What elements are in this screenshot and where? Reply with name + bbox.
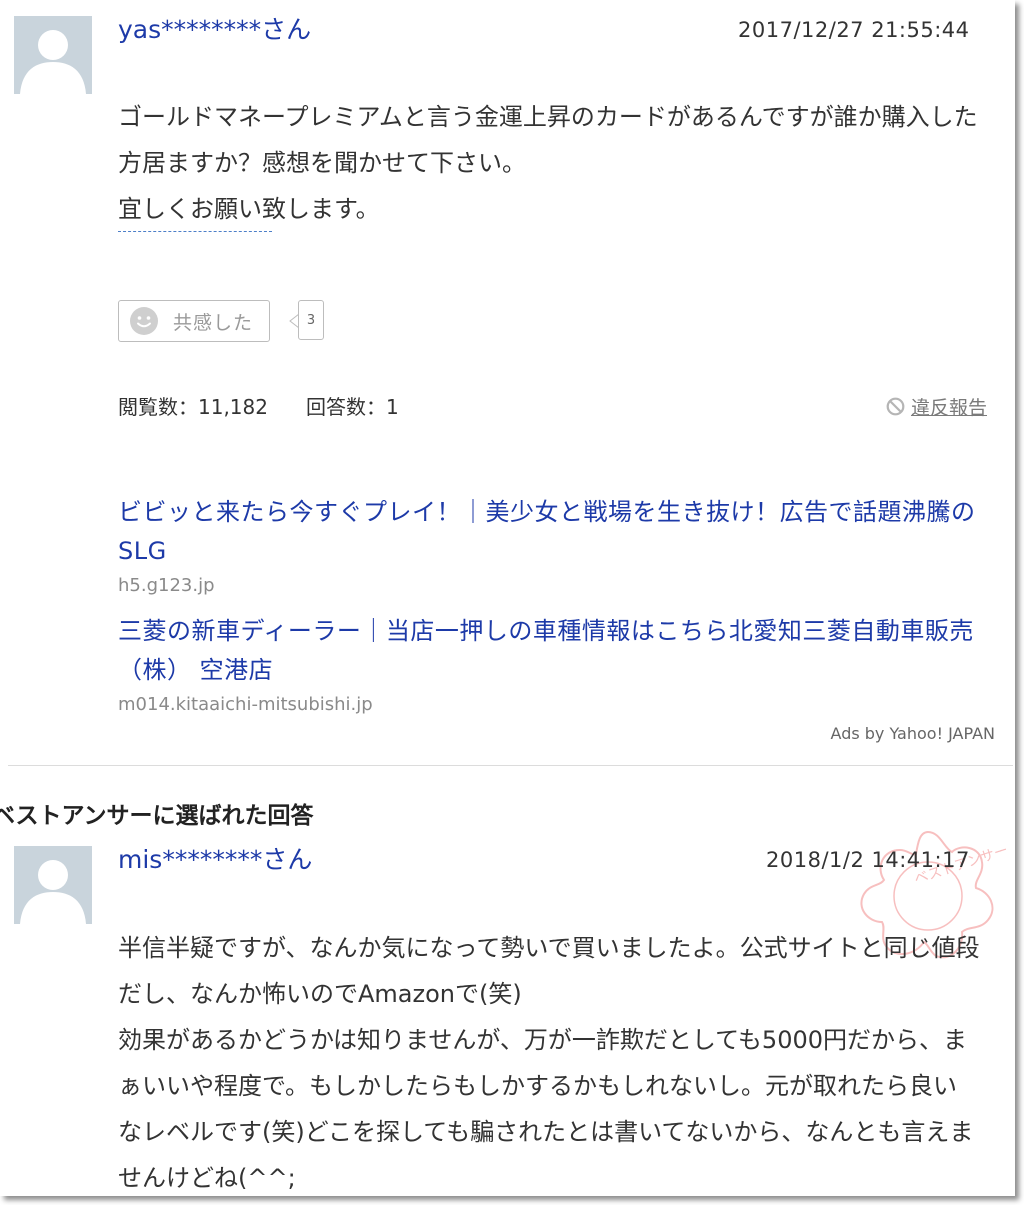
qa-page: yas********さん 2017/12/27 21:55:44 ゴールドマネ… [0, 0, 1015, 1196]
report-link[interactable]: 違反報告 [886, 393, 987, 420]
question-timestamp: 2017/12/27 21:55:44 [738, 18, 970, 42]
dashed-underline [118, 231, 272, 232]
answer-count: 回答数：1 [305, 395, 399, 419]
question-paragraph: 宜しくお願い致します。 [118, 195, 380, 223]
answer-body: 半信半疑ですが、なんか気になって勢いで買いましたよ。公式サイトと同じ値段だし、な… [118, 925, 980, 1196]
empathy-count: 3 [298, 300, 324, 340]
question-avatar[interactable] [14, 16, 92, 94]
empathy-label: 共感した [173, 311, 254, 334]
answer-timestamp: 2018/1/2 14:41:17 [766, 848, 970, 872]
ad-url: m014.kitaaichi-mitsubishi.jp [118, 694, 373, 715]
question-stats: 閲覧数：11,182 回答数：1 [118, 393, 399, 421]
answer-avatar[interactable] [14, 846, 92, 924]
smiley-icon [130, 307, 158, 335]
empathy-button[interactable]: 共感した [118, 300, 270, 342]
question-body: ゴールドマネープレミアムと言う金運上昇のカードがあるんですが誰か購入した方居ます… [118, 94, 980, 232]
ad-url: h5.g123.jp [118, 575, 215, 596]
report-label: 違反報告 [910, 397, 987, 419]
section-divider [8, 765, 1013, 766]
ad-item: ビビッと来たら今すぐプレイ！｜美少女と戦場を生き抜け！広告で話題沸騰のSLG h… [118, 493, 988, 599]
prohibited-icon [886, 397, 905, 416]
user-silhouette-icon [20, 860, 86, 924]
user-silhouette-icon [20, 30, 86, 94]
question-username[interactable]: yas********さん [118, 15, 311, 45]
answer-paragraph: 効果があるかどうかは知りませんが、万が一詐欺だとしても5000円だから、まぁいい… [118, 1026, 974, 1192]
answer-paragraph: 半信半疑ですが、なんか気になって勢いで買いましたよ。公式サイトと同じ値段だし、な… [118, 934, 980, 1008]
answer-username[interactable]: mis********さん [118, 845, 312, 875]
ad-item: 三菱の新車ディーラー｜当店一押しの車種情報はこちら北愛知三菱自動車販売（株） 空… [118, 612, 988, 718]
view-count: 閲覧数：11,182 [118, 395, 268, 419]
ad-title-link[interactable]: ビビッと来たら今すぐプレイ！｜美少女と戦場を生き抜け！広告で話題沸騰のSLG [118, 493, 988, 571]
ads-attribution[interactable]: Ads by Yahoo! JAPAN [831, 724, 995, 743]
question-paragraph: ゴールドマネープレミアムと言う金運上昇のカードがあるんですが誰か購入した方居ます… [118, 103, 978, 177]
ad-title-link[interactable]: 三菱の新車ディーラー｜当店一押しの車種情報はこちら北愛知三菱自動車販売（株） 空… [118, 612, 988, 690]
best-answer-heading: ベストアンサーに選ばれた回答 [0, 803, 314, 829]
